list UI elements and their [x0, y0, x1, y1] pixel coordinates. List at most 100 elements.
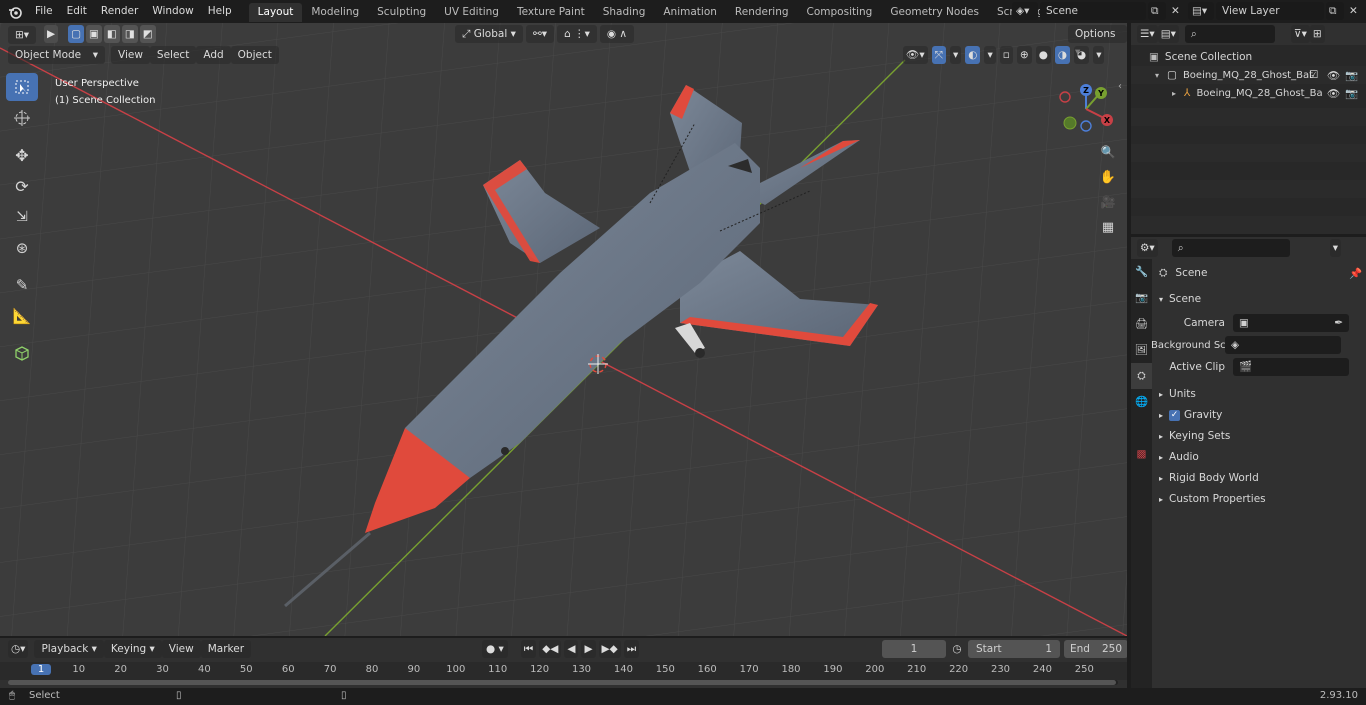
- scrollbar-thumb[interactable]: [8, 680, 1116, 685]
- tweak-icon[interactable]: ▶: [44, 25, 59, 43]
- scene-browse-icon[interactable]: ◈▾: [1012, 2, 1038, 20]
- tab-compositing[interactable]: Compositing: [798, 3, 882, 22]
- jump-start-icon[interactable]: ⏮: [520, 640, 537, 658]
- visibility-eye-icon[interactable]: 👁: [1327, 87, 1340, 100]
- measure-tool-icon[interactable]: 📐: [6, 302, 38, 330]
- background-scene-field[interactable]: ◈: [1225, 336, 1341, 354]
- cursor-tool-icon[interactable]: [6, 104, 38, 132]
- render-camera-icon[interactable]: 📷: [1345, 87, 1358, 100]
- pivot-point-icon[interactable]: ⚯▾: [526, 25, 555, 43]
- section-audio[interactable]: ▸ Audio: [1159, 447, 1359, 467]
- proportional-edit-icon[interactable]: ◉ ∧: [599, 25, 635, 43]
- transform-tool-icon[interactable]: ⊛: [6, 234, 38, 262]
- area-divider[interactable]: [1127, 638, 1131, 688]
- material-shading-icon[interactable]: ◑: [1054, 46, 1071, 64]
- section-keying-sets[interactable]: ▸ Keying Sets: [1159, 426, 1359, 446]
- close-scene-icon[interactable]: ✕: [1168, 2, 1184, 20]
- render-camera-icon[interactable]: 📷: [1345, 69, 1358, 82]
- move-tool-icon[interactable]: ✥: [6, 141, 38, 169]
- camera-view-icon[interactable]: 🎥: [1097, 191, 1119, 213]
- timeline-view-menu[interactable]: View: [161, 640, 201, 658]
- menu-window[interactable]: Window: [145, 0, 200, 23]
- shading-dropdown-icon[interactable]: ▾: [1093, 46, 1105, 64]
- gizmo-dropdown-icon[interactable]: ▾: [950, 46, 962, 64]
- options-dropdown[interactable]: Options ▾: [1068, 25, 1127, 58]
- prev-keyframe-icon[interactable]: ◆◀: [539, 640, 562, 658]
- tab-animation[interactable]: Animation: [654, 3, 726, 22]
- blender-logo-icon[interactable]: [6, 3, 24, 21]
- properties-options-icon[interactable]: ▾: [1329, 239, 1341, 257]
- menu-edit[interactable]: Edit: [60, 0, 94, 23]
- menu-file[interactable]: File: [28, 0, 60, 23]
- scene-name-field[interactable]: Scene: [1040, 2, 1146, 20]
- jump-end-icon[interactable]: ⏭: [623, 640, 640, 658]
- perspective-grid-icon[interactable]: ▦: [1097, 216, 1119, 238]
- wireframe-shading-icon[interactable]: ⊕: [1016, 46, 1032, 64]
- select-extend-icon[interactable]: ▣: [86, 25, 102, 43]
- tool-tab-icon[interactable]: 🔧: [1131, 259, 1152, 285]
- close-view-layer-icon[interactable]: ✕: [1346, 2, 1362, 20]
- rendered-shading-icon[interactable]: ◕: [1074, 46, 1090, 64]
- tab-rendering[interactable]: Rendering: [726, 3, 798, 22]
- zoom-icon[interactable]: 🔍: [1097, 141, 1119, 163]
- xray-icon[interactable]: ▫: [999, 46, 1013, 64]
- select-new-icon[interactable]: ▢: [68, 25, 84, 43]
- expand-toggle-icon[interactable]: ▾: [1155, 71, 1159, 80]
- pan-hand-icon[interactable]: ✋: [1097, 166, 1119, 188]
- next-keyframe-icon[interactable]: ▶◆: [598, 640, 621, 658]
- start-frame-field[interactable]: Start 1: [968, 640, 1060, 658]
- end-frame-field[interactable]: End 250: [1064, 640, 1128, 658]
- eyedropper-icon[interactable]: ✒: [1334, 314, 1343, 332]
- section-rigid-body-world[interactable]: ▸ Rigid Body World: [1159, 468, 1359, 488]
- outliner-item-object[interactable]: ▸ ⅄ Boeing_MQ_28_Ghost_Ba 👁 📷: [1131, 84, 1366, 102]
- outliner-root-row[interactable]: ▣ Scene Collection: [1149, 48, 1252, 66]
- menu-help[interactable]: Help: [201, 0, 239, 23]
- scale-tool-icon[interactable]: ⇲: [6, 203, 38, 231]
- record-icon[interactable]: ● ▾: [482, 640, 508, 658]
- camera-field[interactable]: ▣ ✒: [1233, 314, 1349, 332]
- visibility-icon[interactable]: 👁▾: [903, 46, 928, 64]
- tab-layout[interactable]: Layout: [248, 2, 303, 22]
- play-icon[interactable]: ▶: [581, 640, 596, 658]
- exclude-checkbox-icon[interactable]: ☑: [1309, 69, 1318, 81]
- viewport-menu-add[interactable]: Add: [196, 46, 231, 64]
- sidebar-toggle-icon[interactable]: ‹: [1118, 81, 1122, 92]
- scene-panel-header[interactable]: ▾ Scene: [1159, 289, 1359, 309]
- transform-orientation-dropdown[interactable]: ⤢ Global ▾: [455, 25, 523, 43]
- select-subtract-icon[interactable]: ◧: [103, 25, 120, 43]
- tab-sculpting[interactable]: Sculpting: [368, 3, 435, 22]
- object-mode-dropdown[interactable]: Object Mode ▾: [8, 46, 105, 64]
- outliner-item-collection[interactable]: ▾ ▢ Boeing_MQ_28_Ghost_Bat ☑ 👁 📷: [1131, 66, 1366, 84]
- filter-icon[interactable]: ⊽▾: [1290, 25, 1310, 43]
- tab-modeling[interactable]: Modeling: [302, 3, 368, 22]
- view-layer-tab-icon[interactable]: 🖼: [1131, 337, 1152, 363]
- texture-tab-icon[interactable]: ▩: [1131, 441, 1152, 467]
- view-layer-browse-icon[interactable]: ▤▾: [1188, 2, 1214, 20]
- current-frame-field[interactable]: 1: [882, 640, 946, 658]
- annotate-tool-icon[interactable]: ✎: [6, 271, 38, 299]
- scene-tab-icon[interactable]: ⛭: [1131, 363, 1152, 389]
- section-gravity[interactable]: ▸ ✓ Gravity: [1159, 405, 1359, 425]
- pin-icon[interactable]: 📌: [1349, 267, 1362, 280]
- editor-type-icon[interactable]: ⊞▾: [8, 26, 37, 44]
- play-reverse-icon[interactable]: ◀: [564, 640, 579, 658]
- timeline-ruler[interactable]: 1 10 20 30 40 50 60 70 80 90 100 110 120 130 140 150 160…: [0, 662, 1127, 680]
- viewport-menu-object[interactable]: Object: [230, 46, 279, 64]
- active-clip-field[interactable]: 🎬: [1233, 358, 1349, 376]
- marker-menu[interactable]: Marker: [200, 640, 252, 658]
- output-tab-icon[interactable]: 🖨: [1131, 311, 1152, 337]
- properties-search-input[interactable]: ⌕: [1171, 239, 1290, 257]
- viewport-menu-view[interactable]: View: [111, 46, 150, 64]
- playback-menu[interactable]: Playback ▾: [34, 640, 104, 658]
- overlay-dropdown-icon[interactable]: ▾: [984, 46, 996, 64]
- solid-shading-icon[interactable]: ●: [1035, 46, 1051, 64]
- overlay-toggle-icon[interactable]: ◐: [965, 46, 981, 64]
- menu-render[interactable]: Render: [94, 0, 145, 23]
- gizmo-toggle-icon[interactable]: ⤧: [931, 46, 947, 64]
- add-cube-tool-icon[interactable]: [6, 339, 38, 367]
- display-mode-icon[interactable]: ▤▾: [1157, 25, 1179, 43]
- gravity-checkbox[interactable]: ✓: [1169, 409, 1181, 421]
- world-tab-icon[interactable]: 🌐: [1131, 389, 1152, 415]
- select-invert-icon[interactable]: ◨: [121, 25, 138, 43]
- timeline-scrollbar[interactable]: [8, 680, 1118, 685]
